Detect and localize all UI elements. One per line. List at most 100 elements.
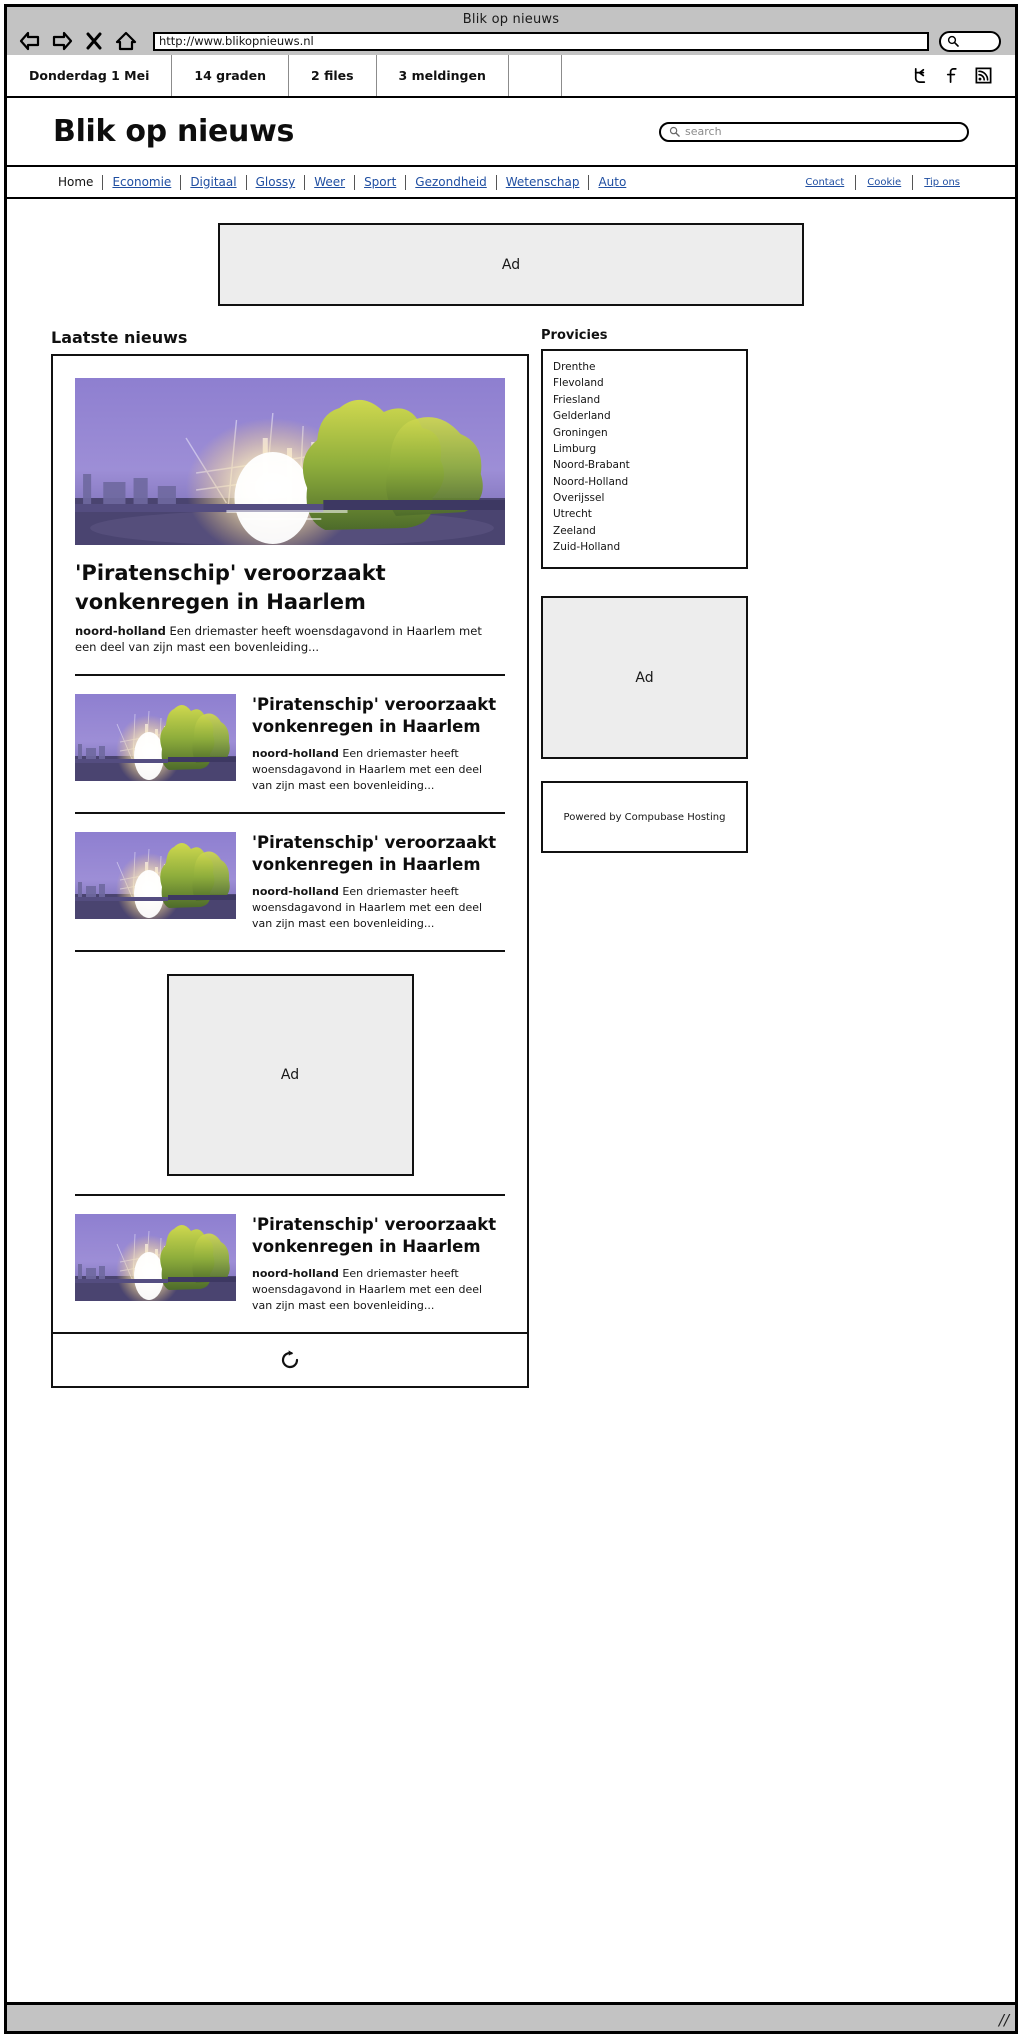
provinces-list: Drenthe Flevoland Friesland Gelderland G… — [541, 349, 748, 569]
list-item-image — [75, 693, 236, 781]
browser-toolbar: http://www.blikopnieuws.nl — [7, 27, 1015, 55]
list-item-title[interactable]: 'Piratenschip' veroorzaakt vonkenregen i… — [252, 832, 505, 877]
lead-article-summary: noord-holland Een driemaster heeft woens… — [75, 623, 505, 656]
nav-item-weer[interactable]: Weer — [305, 175, 354, 189]
window-title: Blik op nieuws — [462, 12, 560, 27]
nav-item-wetenschap[interactable]: Wetenschap — [497, 175, 589, 189]
province-item-groningen[interactable]: Groningen — [553, 425, 736, 441]
back-arrow-icon — [19, 31, 40, 51]
resize-grip-icon[interactable]: // — [999, 2013, 1009, 2028]
nav-item-home[interactable]: Home — [49, 175, 102, 189]
news-list-panel: 'Piratenschip' veroorzaakt vonkenregen i… — [51, 354, 529, 1388]
load-more-button[interactable] — [53, 1331, 527, 1386]
nav-item-glossy[interactable]: Glossy — [247, 175, 305, 189]
lead-article-title[interactable]: 'Piratenschip' veroorzaakt vonkenregen i… — [75, 559, 505, 616]
nav-item-sport[interactable]: Sport — [355, 175, 405, 189]
list-item-tag[interactable]: noord-holland — [252, 747, 339, 760]
list-item-summary: noord-holland Een driemaster heeft woens… — [252, 1266, 505, 1313]
home-button[interactable] — [113, 29, 139, 53]
hosting-credit-box: Powered by Compubase Hosting — [541, 781, 748, 853]
rss-link[interactable] — [974, 66, 993, 85]
province-item-noord-brabant[interactable]: Noord-Brabant — [553, 457, 736, 473]
list-item-body: 'Piratenschip' veroorzaakt vonkenregen i… — [252, 1214, 505, 1314]
province-item-friesland[interactable]: Friesland — [553, 392, 736, 408]
facebook-icon — [946, 67, 957, 84]
list-item-body: 'Piratenschip' veroorzaakt vonkenregen i… — [252, 832, 505, 932]
twitter-link[interactable] — [911, 66, 930, 85]
info-item-alerts[interactable]: 3 meldingen — [377, 55, 509, 96]
list-item-body: 'Piratenschip' veroorzaakt vonkenregen i… — [252, 694, 505, 794]
list-item-summary: noord-holland Een driemaster heeft woens… — [252, 884, 505, 931]
info-items: Donderdag 1 Mei 14 graden 2 files 3 meld… — [7, 55, 562, 96]
nav-item-contact[interactable]: Contact — [794, 177, 855, 188]
browser-search-box[interactable] — [939, 30, 1001, 52]
section-title-latest-news: Laatste nieuws — [51, 328, 188, 347]
site-info-bar: Donderdag 1 Mei 14 graden 2 files 3 meld… — [7, 55, 1015, 98]
page-viewport: Donderdag 1 Mei 14 graden 2 files 3 meld… — [7, 55, 1015, 1999]
province-item-drenthe[interactable]: Drenthe — [553, 359, 736, 375]
list-item-title[interactable]: 'Piratenschip' veroorzaakt vonkenregen i… — [252, 694, 505, 739]
nav-item-cookie[interactable]: Cookie — [856, 177, 912, 188]
province-item-gelderland[interactable]: Gelderland — [553, 408, 736, 424]
list-divider — [75, 949, 505, 952]
info-item-temperature[interactable]: 14 graden — [172, 55, 290, 96]
info-bar-spacer — [562, 55, 911, 96]
list-item-image — [75, 1213, 236, 1301]
lead-article-image — [75, 378, 505, 545]
page-content: Ad Laatste nieuws 'Piratenschip' veroorz… — [7, 223, 1015, 1398]
nav-item-tip-ons[interactable]: Tip ons — [913, 177, 971, 188]
url-text: http://www.blikopnieuws.nl — [159, 34, 314, 48]
rss-icon — [975, 67, 992, 84]
list-item-title[interactable]: 'Piratenschip' veroorzaakt vonkenregen i… — [252, 1214, 505, 1259]
nav-item-auto[interactable]: Auto — [589, 175, 635, 189]
forward-button[interactable] — [49, 29, 75, 53]
home-icon — [115, 31, 137, 51]
search-placeholder: search — [685, 125, 722, 138]
primary-nav: Home Economie Digitaal Glossy Weer Sport… — [49, 174, 635, 190]
hosting-credit-text: Powered by Compubase Hosting — [563, 811, 726, 823]
list-item-tag[interactable]: noord-holland — [252, 1267, 339, 1280]
site-logo[interactable]: Blik op nieuws — [53, 114, 294, 149]
main-column: Laatste nieuws 'Piratenschip' veroorzaak… — [51, 328, 529, 1388]
stop-button[interactable] — [81, 29, 107, 53]
lead-article-tag[interactable]: noord-holland — [75, 624, 166, 638]
ad-banner-top[interactable]: Ad — [218, 223, 804, 306]
province-item-utrecht[interactable]: Utrecht — [553, 506, 736, 522]
list-item-tag[interactable]: noord-holland — [252, 885, 339, 898]
url-input[interactable]: http://www.blikopnieuws.nl — [153, 31, 929, 51]
nav-item-digitaal[interactable]: Digitaal — [181, 175, 245, 189]
province-item-noord-holland[interactable]: Noord-Holland — [553, 474, 736, 490]
province-item-zuid-holland[interactable]: Zuid-Holland — [553, 539, 736, 555]
lead-article[interactable]: 'Piratenschip' veroorzaakt vonkenregen i… — [53, 356, 527, 656]
list-item-image — [75, 831, 236, 919]
info-item-date[interactable]: Donderdag 1 Mei — [7, 55, 173, 96]
main-navigation: Home Economie Digitaal Glossy Weer Sport… — [7, 167, 1015, 199]
list-item[interactable]: 'Piratenschip' veroorzaakt vonkenregen i… — [53, 1196, 527, 1314]
browser-statusbar: // — [7, 2002, 1015, 2031]
stop-close-icon — [86, 32, 102, 50]
back-button[interactable] — [17, 29, 43, 53]
magnifier-icon — [669, 126, 680, 137]
browser-titlebar: Blik op nieuws http://www.blikopnieuws.n… — [7, 7, 1015, 58]
content-columns: Laatste nieuws 'Piratenschip' veroorzaak… — [7, 328, 1015, 1388]
province-item-limburg[interactable]: Limburg — [553, 441, 736, 457]
magnifier-icon — [947, 35, 959, 47]
list-item[interactable]: 'Piratenschip' veroorzaakt vonkenregen i… — [53, 676, 527, 794]
ad-inline[interactable]: Ad — [166, 973, 414, 1176]
nav-item-gezondheid[interactable]: Gezondheid — [406, 175, 495, 189]
facebook-link[interactable] — [944, 66, 960, 85]
info-item-traffic[interactable]: 2 files — [289, 55, 377, 96]
sidebar: Provicies Drenthe Flevoland Friesland Ge… — [541, 328, 748, 1388]
twitter-icon — [914, 67, 926, 84]
province-item-flevoland[interactable]: Flevoland — [553, 375, 736, 391]
province-item-zeeland[interactable]: Zeeland — [553, 523, 736, 539]
nav-item-economie[interactable]: Economie — [103, 175, 180, 189]
search-input[interactable]: search — [659, 121, 969, 142]
browser-window: Blik op nieuws http://www.blikopnieuws.n… — [4, 4, 1018, 2034]
refresh-icon — [281, 1350, 299, 1368]
site-masthead: Blik op nieuws search — [7, 98, 1015, 167]
list-item[interactable]: 'Piratenschip' veroorzaakt vonkenregen i… — [53, 814, 527, 932]
ad-sidebar[interactable]: Ad — [541, 596, 748, 759]
social-links — [911, 55, 1015, 96]
province-item-overijssel[interactable]: Overijssel — [553, 490, 736, 506]
